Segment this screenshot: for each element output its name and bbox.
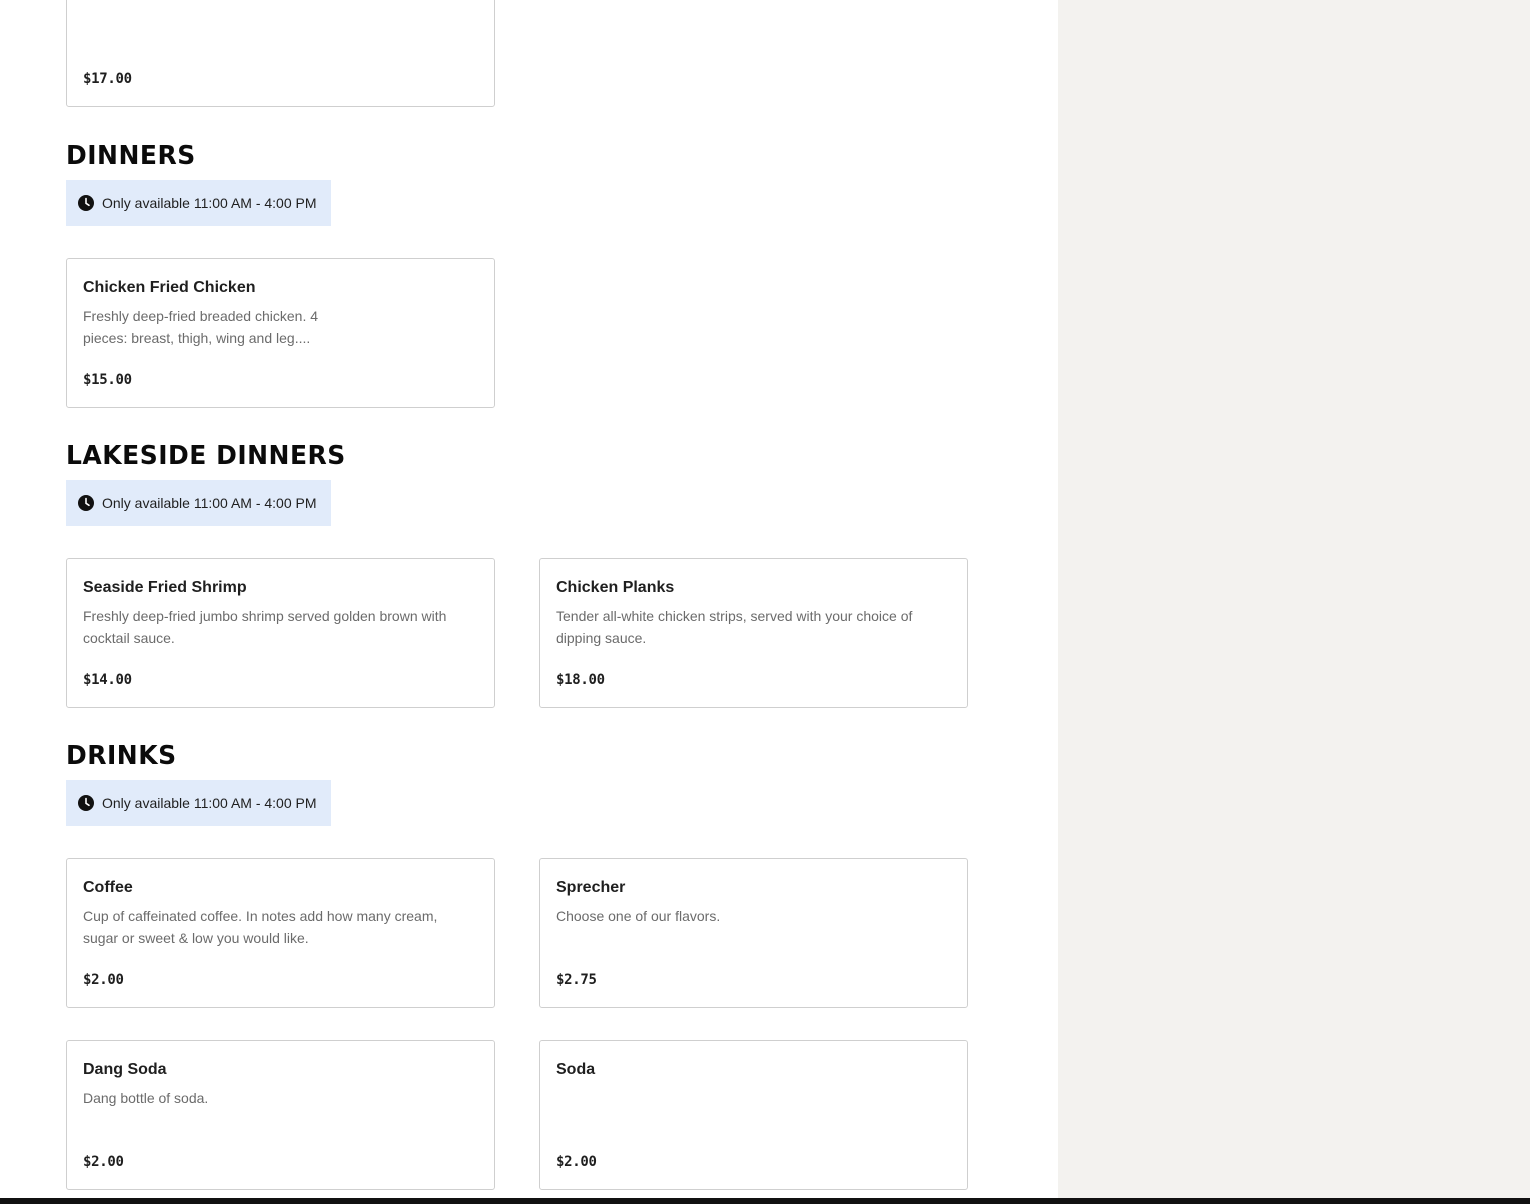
menu-item-card[interactable]: Seaside Fried Shrimp Freshly deep-fried … — [66, 558, 495, 708]
item-price: $2.00 — [83, 1154, 124, 1170]
item-price: $2.00 — [83, 972, 124, 988]
clock-icon — [78, 195, 94, 211]
menu-item-card[interactable]: $17.00 — [66, 0, 495, 107]
cart-sidebar — [1058, 0, 1530, 1204]
item-description: Tender all-white chicken strips, served … — [556, 608, 913, 646]
item-name: Dang Soda — [83, 1061, 167, 1078]
item-description: Choose one of our flavors. — [556, 908, 721, 924]
menu-item-card[interactable]: Sprecher Choose one of our flavors. $2.7… — [539, 858, 968, 1008]
item-price: $15.00 — [83, 372, 132, 388]
clock-icon — [78, 795, 94, 811]
section-title-drinks: DRINKS — [66, 740, 177, 771]
menu-page: $17.00 DINNERS Only available 11:00 AM -… — [0, 0, 1530, 1204]
menu-item-card[interactable]: Dang Soda Dang bottle of soda. $2.00 — [66, 1040, 495, 1190]
menu-content: $17.00 DINNERS Only available 11:00 AM -… — [0, 0, 1058, 1204]
item-name: Seaside Fried Shrimp — [83, 579, 247, 596]
item-description: Dang bottle of soda. — [83, 1090, 209, 1106]
menu-item-card[interactable]: Soda $2.00 — [539, 1040, 968, 1190]
item-price: $2.00 — [556, 1154, 597, 1170]
availability-banner: Only available 11:00 AM - 4:00 PM — [66, 480, 331, 526]
availability-banner: Only available 11:00 AM - 4:00 PM — [66, 780, 331, 826]
section-title-lakeside-dinners: LAKESIDE DINNERS — [66, 440, 346, 471]
item-price: $17.00 — [83, 71, 132, 87]
clock-icon — [78, 495, 94, 511]
item-description: Cup of caffeinated coffee. In notes add … — [83, 908, 438, 946]
menu-item-card[interactable]: Coffee Cup of caffeinated coffee. In not… — [66, 858, 495, 1008]
item-description: Freshly deep-fried jumbo shrimp served g… — [83, 608, 447, 646]
item-price: $18.00 — [556, 672, 605, 688]
availability-text: Only available 11:00 AM - 4:00 PM — [102, 795, 317, 811]
item-name: Sprecher — [556, 879, 626, 896]
item-name: Chicken Planks — [556, 579, 675, 596]
section-title-dinners: DINNERS — [66, 140, 196, 171]
availability-text: Only available 11:00 AM - 4:00 PM — [102, 195, 317, 211]
menu-item-card[interactable]: Chicken Planks Tender all-white chicken … — [539, 558, 968, 708]
availability-banner: Only available 11:00 AM - 4:00 PM — [66, 180, 331, 226]
item-name: Coffee — [83, 879, 133, 896]
item-price: $14.00 — [83, 672, 132, 688]
bottom-bar — [0, 1198, 1530, 1204]
item-name: Soda — [556, 1061, 596, 1078]
availability-text: Only available 11:00 AM - 4:00 PM — [102, 495, 317, 511]
item-description: Freshly deep-fried breaded chicken. 4 pi… — [83, 308, 319, 346]
menu-item-card[interactable]: Chicken Fried Chicken Freshly deep-fried… — [66, 258, 495, 408]
item-name: Chicken Fried Chicken — [83, 279, 256, 296]
item-price: $2.75 — [556, 972, 597, 988]
